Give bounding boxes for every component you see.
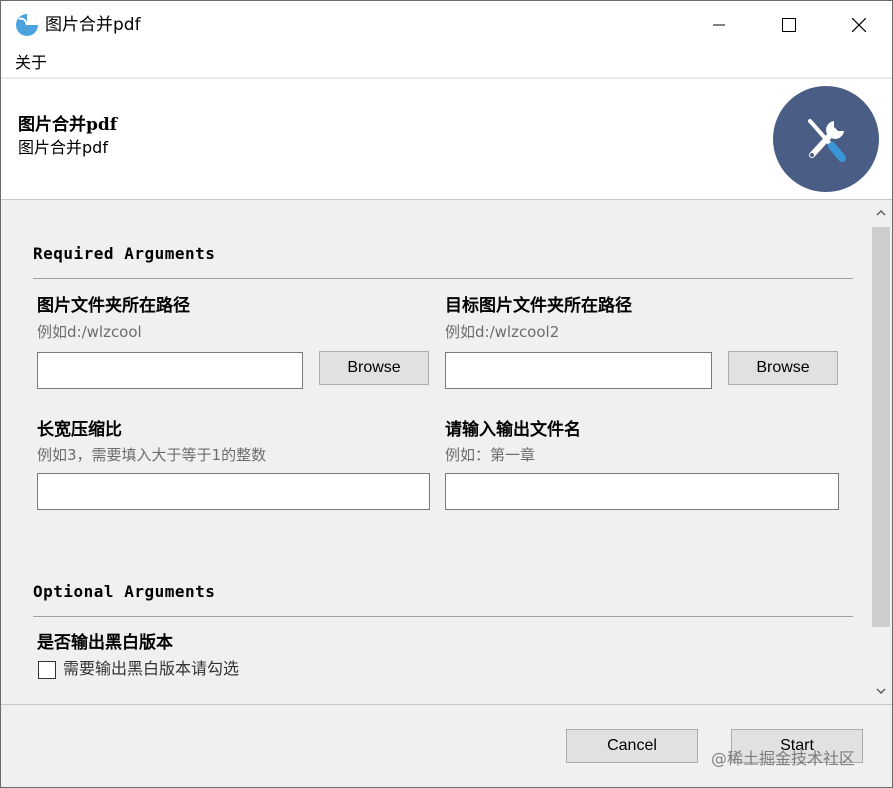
field-help-ratio: 例如3，需要填入大于等于1的整数	[37, 446, 267, 464]
bw-checkbox-label[interactable]: 需要输出黑白版本请勾选	[63, 658, 239, 680]
target-folder-input[interactable]	[445, 352, 712, 389]
image-folder-input[interactable]	[37, 352, 303, 389]
field-label-output-name: 请输入输出文件名	[445, 420, 581, 440]
app-logo-icon	[15, 13, 39, 37]
watermark-text: @稀土掘金技术社区	[711, 749, 856, 768]
close-button[interactable]	[824, 1, 892, 49]
field-label-target-folder: 目标图片文件夹所在路径	[445, 296, 632, 316]
app-window: 图片合并pdf 关于 图片合并pdf 图片合并pdf Required Argu…	[0, 0, 893, 788]
title-bar[interactable]: 图片合并pdf	[1, 1, 892, 49]
header-title: 图片合并pdf	[18, 115, 118, 135]
scroll-up-button[interactable]	[870, 200, 892, 226]
header-panel: 图片合并pdf 图片合并pdf	[1, 78, 892, 200]
field-label-image-folder: 图片文件夹所在路径	[37, 296, 190, 316]
field-label-bw: 是否输出黑白版本	[37, 633, 173, 653]
footer-bar: Cancel Start @稀土掘金技术社区	[1, 704, 892, 787]
menu-item-about[interactable]: 关于	[13, 52, 49, 74]
window-title: 图片合并pdf	[45, 15, 141, 35]
close-icon	[852, 18, 866, 32]
field-help-output-name: 例如：第一章	[445, 446, 536, 464]
bw-checkbox[interactable]	[38, 661, 56, 679]
chevron-up-icon	[876, 210, 886, 216]
maximize-icon	[782, 18, 796, 32]
cancel-button[interactable]: Cancel	[566, 729, 698, 763]
optional-divider	[33, 616, 853, 617]
header-logo	[773, 86, 879, 192]
browse-image-folder-button[interactable]: Browse	[319, 351, 429, 385]
chevron-down-icon	[876, 688, 886, 694]
field-help-image-folder: 例如d:/wlzcool	[37, 323, 142, 341]
scroll-down-button[interactable]	[870, 678, 892, 704]
header-subtitle: 图片合并pdf	[18, 138, 108, 157]
browse-target-folder-button[interactable]: Browse	[728, 351, 838, 385]
tools-icon	[808, 119, 846, 162]
field-help-target-folder: 例如d:/wlzcool2	[445, 323, 560, 341]
required-divider	[33, 278, 853, 279]
minimize-button[interactable]	[684, 1, 754, 49]
required-section-title: Required Arguments	[33, 244, 216, 263]
field-label-ratio: 长宽压缩比	[37, 420, 122, 440]
vertical-scrollbar[interactable]	[870, 200, 892, 704]
ratio-input[interactable]	[37, 473, 430, 510]
maximize-button[interactable]	[754, 1, 824, 49]
menu-bar: 关于	[1, 49, 892, 77]
scroll-thumb[interactable]	[872, 227, 890, 627]
minimize-icon	[713, 24, 725, 26]
optional-section-title: Optional Arguments	[33, 582, 216, 601]
arguments-panel: Required Arguments 图片文件夹所在路径 例如d:/wlzcoo…	[1, 200, 870, 704]
output-name-input[interactable]	[445, 473, 839, 510]
